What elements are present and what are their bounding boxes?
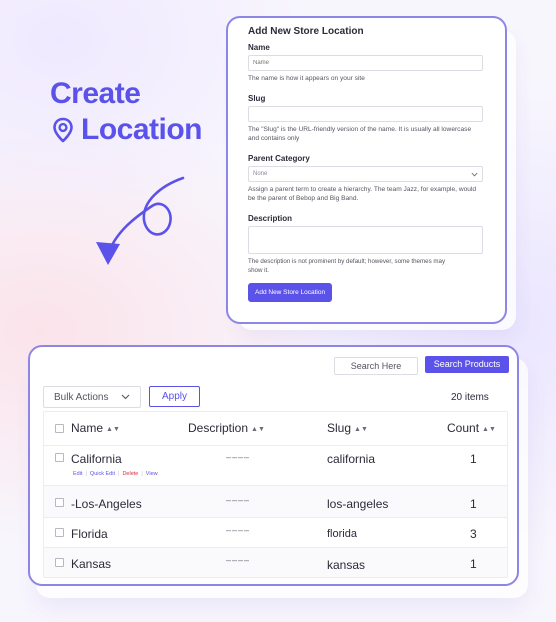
hero-title: Create Location xyxy=(50,76,203,148)
hero-title-line2-text: Location xyxy=(81,113,203,146)
slug-help-text: The "Slug" is the URL-friendly version o… xyxy=(248,126,472,142)
name-help-text: The name is how it appears on your site xyxy=(248,75,365,82)
locations-table-card: Search Here Search Products Bulk Actions… xyxy=(28,345,519,586)
column-header-name-label: Name xyxy=(71,421,104,435)
hero-title-line2: Location xyxy=(50,112,203,148)
sort-icon: ▲▼ xyxy=(106,426,120,433)
column-header-count[interactable]: Count ▲▼ xyxy=(447,421,496,435)
description-label: Description xyxy=(248,214,293,223)
row-description: –––– xyxy=(226,495,251,505)
parent-category-value: None xyxy=(253,171,268,177)
table-header-row: Name ▲▼ Description ▲▼ Slug ▲▼ Count ▲▼ xyxy=(44,412,507,445)
parent-help-text: Assign a parent term to create a hierarc… xyxy=(248,186,477,202)
form-title: Add New Store Location xyxy=(248,26,364,37)
row-name-link[interactable]: -Los-Angeles xyxy=(71,497,142,511)
sort-icon: ▲▼ xyxy=(482,426,496,433)
hero-title-line1: Create xyxy=(50,77,141,110)
row-slug: california xyxy=(327,452,376,466)
chevron-down-icon xyxy=(471,172,478,176)
name-input[interactable] xyxy=(248,55,483,71)
row-checkbox[interactable] xyxy=(55,558,64,567)
description-help-text: The description is not prominent by defa… xyxy=(248,258,446,274)
column-header-name[interactable]: Name ▲▼ xyxy=(71,421,120,435)
description-textarea[interactable] xyxy=(248,226,483,254)
row-count: 1 xyxy=(470,557,477,571)
table-row: California Edit | Quick Edit | Delete | View –… xyxy=(44,445,507,485)
table-row: Kansas –––– kansas 1 xyxy=(44,547,507,577)
table-row: -Los-Angeles –––– los-angeles 1 xyxy=(44,485,507,517)
column-header-slug-label: Slug xyxy=(327,421,352,435)
search-input[interactable]: Search Here xyxy=(334,357,418,375)
bulk-actions-value: Bulk Actions xyxy=(54,391,109,403)
row-name-link[interactable]: California xyxy=(71,452,122,466)
row-checkbox[interactable] xyxy=(55,453,64,462)
row-count: 1 xyxy=(470,497,477,511)
column-header-description[interactable]: Description ▲▼ xyxy=(188,421,265,435)
row-description: –––– xyxy=(226,555,251,565)
name-label: Name xyxy=(248,43,270,52)
row-count: 1 xyxy=(470,452,477,466)
row-slug: los-angeles xyxy=(327,497,389,511)
add-new-location-button[interactable]: Add New Store Location xyxy=(248,283,333,302)
row-actions: Edit | Quick Edit | Delete | View xyxy=(73,471,158,477)
row-name-link[interactable]: Florida xyxy=(71,527,108,541)
column-header-count-label: Count xyxy=(447,421,480,435)
chevron-down-icon xyxy=(121,394,130,400)
search-products-button[interactable]: Search Products xyxy=(425,356,509,373)
row-slug: florida xyxy=(327,528,357,540)
row-checkbox[interactable] xyxy=(55,498,64,507)
table-row: Florida –––– florida 3 xyxy=(44,517,507,547)
slug-label: Slug xyxy=(248,94,266,103)
column-header-description-label: Description xyxy=(188,421,249,435)
locations-table: Name ▲▼ Description ▲▼ Slug ▲▼ Count ▲▼ Cali… xyxy=(43,411,508,578)
parent-category-label: Parent Category xyxy=(248,154,310,163)
bulk-actions-select[interactable]: Bulk Actions xyxy=(43,386,141,408)
sort-icon: ▲▼ xyxy=(251,426,265,433)
view-link[interactable]: View xyxy=(146,471,158,477)
apply-button[interactable]: Apply xyxy=(149,386,200,407)
edit-link[interactable]: Edit xyxy=(73,471,82,477)
sort-icon: ▲▼ xyxy=(354,426,368,433)
row-name-link[interactable]: Kansas xyxy=(71,557,111,571)
curly-arrow-icon xyxy=(96,176,185,265)
row-checkbox[interactable] xyxy=(55,528,64,537)
items-count: 20 items xyxy=(451,392,489,403)
row-slug: kansas xyxy=(327,558,366,572)
slug-input[interactable] xyxy=(248,106,483,122)
quick-edit-link[interactable]: Quick Edit xyxy=(90,471,115,477)
row-description: –––– xyxy=(226,525,251,535)
delete-link[interactable]: Delete xyxy=(122,471,138,477)
location-pin-icon xyxy=(53,117,73,143)
select-all-checkbox[interactable] xyxy=(55,424,64,433)
add-location-form: Add New Store Location Name The name is … xyxy=(226,16,507,324)
column-header-slug[interactable]: Slug ▲▼ xyxy=(327,421,368,435)
row-description: –––– xyxy=(226,452,251,462)
row-count: 3 xyxy=(470,527,477,541)
parent-category-select[interactable]: None xyxy=(248,166,483,182)
